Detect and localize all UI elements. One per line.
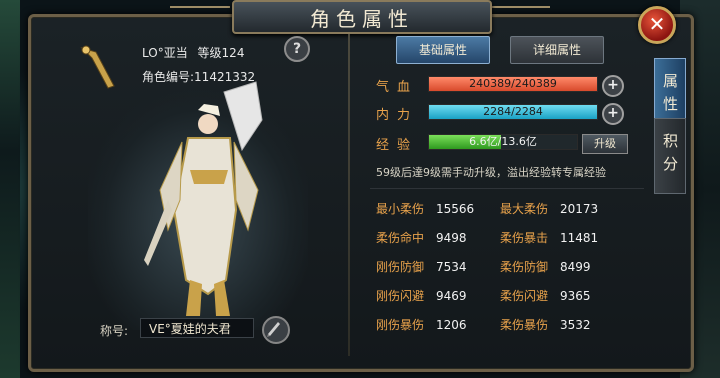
attribute-value: 9365 — [560, 289, 591, 303]
side-tab-points-label: 积分 — [661, 133, 679, 179]
attribute-item: 最大柔伤 20173 — [500, 200, 598, 217]
upgrade-button[interactable]: 升级 — [582, 134, 628, 154]
hp-bar: 240389/240389 — [428, 76, 598, 92]
attributes-panel: 基础属性 详细属性 气血 240389/240389 + 内力 2284/228… — [352, 30, 652, 360]
help-button[interactable]: ? — [284, 36, 310, 62]
attribute-item: 刚伤闪避 9469 — [376, 287, 467, 304]
hp-label: 气血 — [376, 80, 419, 95]
tab-basic-attributes[interactable]: 基础属性 — [396, 36, 490, 64]
hp-add-button[interactable]: + — [602, 75, 624, 97]
attribute-value: 11481 — [560, 231, 599, 245]
character-panel: LO°亚当 等级124 角色编号:11421332 ? 称号: VE°夏娃的夫君 — [48, 30, 348, 360]
attribute-value: 1206 — [436, 318, 467, 332]
character-name-level: LO°亚当 等级124 — [142, 44, 244, 61]
edit-title-button[interactable] — [262, 316, 290, 344]
title-ornament-left — [170, 6, 230, 26]
attribute-item: 柔伤闪避 9365 — [500, 287, 591, 304]
attribute-label: 最大柔伤 — [500, 202, 549, 216]
mp-add-button[interactable]: + — [602, 103, 624, 125]
left-screen-edge — [0, 0, 20, 378]
attribute-value: 9469 — [436, 289, 467, 303]
upgrade-label: 升级 — [594, 137, 616, 150]
attribute-value: 15566 — [436, 202, 475, 216]
mp-label: 内力 — [376, 108, 419, 123]
attribute-item: 刚伤暴伤 1206 — [376, 316, 467, 333]
pen-icon — [267, 322, 280, 337]
title-ornament-right — [490, 6, 550, 26]
attribute-value: 9498 — [436, 231, 467, 245]
weapon-icon[interactable] — [78, 42, 118, 92]
title-value: VE°夏娃的夫君 — [149, 322, 231, 336]
attribute-label: 柔伤暴击 — [500, 231, 549, 245]
attribute-item: 刚伤防御 7534 — [376, 258, 467, 275]
attribute-value: 7534 — [436, 260, 467, 274]
attribute-item: 柔伤命中 9498 — [376, 229, 467, 246]
character-level: 等级124 — [197, 46, 245, 60]
tab-detailed-attributes[interactable]: 详细属性 — [510, 36, 604, 64]
attribute-label: 刚伤防御 — [376, 260, 425, 274]
plus-icon: + — [607, 105, 619, 121]
attribute-item: 最小柔伤 15566 — [376, 200, 474, 217]
character-model — [144, 81, 263, 316]
attribute-label: 柔伤命中 — [376, 231, 425, 245]
mp-value: 2284/2284 — [483, 105, 543, 118]
character-name: LO°亚当 — [142, 46, 188, 60]
help-icon: ? — [292, 41, 302, 57]
attribute-item: 柔伤暴击 11481 — [500, 229, 598, 246]
attribute-label: 柔伤闪避 — [500, 289, 549, 303]
window-title-text: 角色属性 — [310, 6, 414, 31]
attribute-label: 刚伤暴伤 — [376, 318, 425, 332]
stats-separator — [370, 188, 644, 189]
attribute-value: 20173 — [560, 202, 599, 216]
panel-divider — [348, 34, 350, 356]
attribute-value: 3532 — [560, 318, 591, 332]
tab-basic-label: 基础属性 — [418, 43, 467, 57]
title-label: 称号: — [100, 324, 129, 338]
attribute-label: 柔伤防御 — [500, 260, 549, 274]
mp-bar: 2284/2284 — [428, 104, 598, 120]
attribute-label: 最小柔伤 — [376, 202, 425, 216]
attribute-value: 8499 — [560, 260, 591, 274]
tab-detail-label: 详细属性 — [532, 43, 581, 57]
attribute-label: 柔伤暴伤 — [500, 318, 549, 332]
attribute-item: 柔伤防御 8499 — [500, 258, 591, 275]
plus-icon: + — [607, 77, 619, 93]
title-selector[interactable]: VE°夏娃的夫君 — [140, 318, 254, 338]
window-title: 角色属性 — [232, 0, 492, 34]
attribute-item: 柔伤暴伤 3532 — [500, 316, 591, 333]
exp-value: 6.6亿/13.6亿 — [469, 135, 537, 148]
exp-bar: 6.6亿/13.6亿 — [428, 134, 578, 150]
hp-value: 240389/240389 — [469, 77, 557, 90]
exp-label: 经验 — [376, 138, 419, 153]
side-tab-attributes-label: 属性 — [661, 73, 679, 119]
level-notice: 59级后達9级需手动升级，溢出经验转专属经验 — [376, 166, 606, 179]
attribute-label: 刚伤闪避 — [376, 289, 425, 303]
side-tab-points[interactable]: 积分 — [654, 118, 686, 194]
